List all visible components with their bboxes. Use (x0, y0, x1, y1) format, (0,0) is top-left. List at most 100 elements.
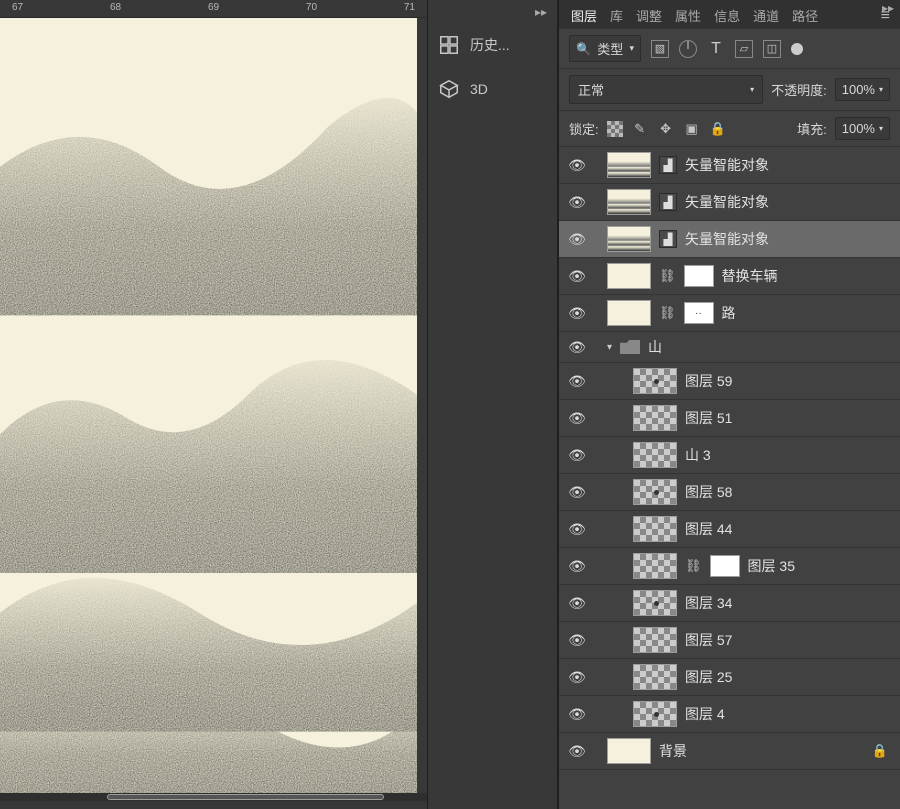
lock-all-icon[interactable]: 🔒 (709, 120, 727, 138)
layer-thumbnail[interactable] (607, 738, 651, 764)
tab-paths[interactable]: 路径 (792, 6, 818, 25)
tab-properties[interactable]: 属性 (675, 6, 701, 25)
mask-thumbnail[interactable] (684, 265, 714, 287)
layer-name[interactable]: 图层 34 (685, 593, 732, 613)
layer-row[interactable]: 👁⛓图层 35 (559, 548, 900, 585)
layer-row[interactable]: 👁 图层 4 (559, 696, 900, 733)
layer-name[interactable]: 图层 57 (685, 630, 732, 650)
layer-row[interactable]: 👁 ⛓ 替换车辆 (559, 258, 900, 295)
layer-thumbnail[interactable] (633, 627, 677, 653)
visibility-toggle-icon[interactable]: 👁 (567, 632, 587, 649)
tab-layers[interactable]: 图层 (571, 6, 597, 25)
visibility-toggle-icon[interactable]: 👁 (567, 194, 587, 211)
layer-thumbnail[interactable] (633, 553, 677, 579)
layer-row[interactable]: 👁背景🔒 (559, 733, 900, 770)
filter-type-select[interactable]: 🔍 类型 ▾ (569, 35, 641, 62)
visibility-toggle-icon[interactable]: 👁 (567, 484, 587, 501)
visibility-toggle-icon[interactable]: 👁 (567, 268, 587, 285)
visibility-toggle-icon[interactable]: 👁 (567, 706, 587, 723)
layer-name[interactable]: 图层 4 (685, 704, 725, 724)
layer-name[interactable]: 替换车辆 (722, 266, 778, 286)
filter-shape-icon[interactable]: ▱ (735, 40, 753, 58)
layer-row[interactable]: 👁 图层 25 (559, 659, 900, 696)
layer-name[interactable]: 背景 (659, 741, 687, 761)
filter-type-icon[interactable]: T (707, 40, 725, 58)
filter-adjust-icon[interactable] (679, 40, 697, 58)
layer-thumbnail[interactable] (607, 263, 651, 289)
folder-caret-icon[interactable]: ▾ (607, 342, 612, 353)
opacity-input[interactable]: 100% ▾ (835, 78, 890, 101)
visibility-toggle-icon[interactable]: 👁 (567, 305, 587, 322)
layer-name[interactable]: 矢量智能对象 (685, 229, 769, 249)
link-mask-icon[interactable]: ⛓ (659, 268, 676, 284)
layer-thumbnail[interactable] (633, 479, 677, 505)
layer-row[interactable]: 👁▟矢量智能对象 (559, 147, 900, 184)
visibility-toggle-icon[interactable]: 👁 (567, 231, 587, 248)
layer-name[interactable]: 路 (722, 303, 736, 323)
filter-toggle-switch[interactable] (791, 43, 803, 55)
layer-name[interactable]: 图层 59 (685, 371, 732, 391)
layer-name[interactable]: 图层 44 (685, 519, 732, 539)
layer-name[interactable]: 山 3 (685, 445, 711, 465)
layer-thumbnail[interactable] (607, 226, 651, 252)
layer-row[interactable]: 👁 图层 44 (559, 511, 900, 548)
tab-channels[interactable]: 通道 (753, 6, 779, 25)
layer-row[interactable]: 👁 图层 58 (559, 474, 900, 511)
visibility-toggle-icon[interactable]: 👁 (567, 447, 587, 464)
layer-row[interactable]: 👁 ▾ 山 (559, 332, 900, 363)
layer-name[interactable]: 山 (648, 337, 662, 357)
layer-thumbnail[interactable] (607, 300, 651, 326)
expand-dock-icon[interactable]: ▸▸ (535, 8, 547, 16)
layer-thumbnail[interactable] (633, 664, 677, 690)
filter-smart-icon[interactable]: ◫ (763, 40, 781, 58)
document-canvas[interactable] (0, 18, 417, 801)
lock-position-icon[interactable]: ✥ (657, 120, 675, 138)
link-mask-icon[interactable]: ⛓ (685, 558, 702, 574)
visibility-toggle-icon[interactable]: 👁 (567, 521, 587, 538)
layer-thumbnail[interactable] (633, 701, 677, 727)
layer-thumbnail[interactable] (633, 405, 677, 431)
layer-row[interactable]: 👁 图层 51 (559, 400, 900, 437)
layer-row[interactable]: 👁 图层 57 (559, 622, 900, 659)
visibility-toggle-icon[interactable]: 👁 (567, 373, 587, 390)
mask-thumbnail[interactable] (710, 555, 740, 577)
layer-thumbnail[interactable] (607, 152, 651, 178)
visibility-toggle-icon[interactable]: 👁 (567, 595, 587, 612)
filter-pixel-icon[interactable]: ▧ (651, 40, 669, 58)
visibility-toggle-icon[interactable]: 👁 (567, 669, 587, 686)
layer-thumbnail[interactable] (633, 516, 677, 542)
visibility-toggle-icon[interactable]: 👁 (567, 743, 587, 760)
visibility-toggle-icon[interactable]: 👁 (567, 157, 587, 174)
layer-row[interactable]: 👁 图层 34 (559, 585, 900, 622)
layer-name[interactable]: 图层 58 (685, 482, 732, 502)
blend-mode-select[interactable]: 正常 ▾ (569, 75, 763, 104)
layer-row[interactable]: 👁▟矢量智能对象 (559, 184, 900, 221)
layer-row[interactable]: 👁 山 3 (559, 437, 900, 474)
lock-artboard-icon[interactable]: ▣ (683, 120, 701, 138)
history-panel-toggle[interactable]: 历史... (432, 26, 553, 64)
lock-transparency-icon[interactable] (607, 121, 623, 137)
layer-thumbnail[interactable] (607, 189, 651, 215)
horizontal-scrollbar[interactable] (0, 793, 427, 801)
layer-thumbnail[interactable] (633, 590, 677, 616)
collapse-panel-icon[interactable]: ▸▸ (882, 4, 894, 12)
tab-info[interactable]: 信息 (714, 6, 740, 25)
lock-brush-icon[interactable]: ✎ (631, 120, 649, 138)
visibility-toggle-icon[interactable]: 👁 (567, 339, 587, 356)
visibility-toggle-icon[interactable]: 👁 (567, 410, 587, 427)
tab-libraries[interactable]: 库 (610, 6, 623, 25)
visibility-toggle-icon[interactable]: 👁 (567, 558, 587, 575)
layer-thumbnail[interactable] (633, 442, 677, 468)
layer-row[interactable]: 👁▟矢量智能对象 (559, 221, 900, 258)
layer-name[interactable]: 图层 51 (685, 408, 732, 428)
layer-name[interactable]: 图层 25 (685, 667, 732, 687)
link-mask-icon[interactable]: ⛓ (659, 305, 676, 321)
tab-adjustments[interactable]: 调整 (636, 6, 662, 25)
3d-panel-toggle[interactable]: 3D (432, 70, 553, 108)
layer-row[interactable]: 👁 图层 59 (559, 363, 900, 400)
layer-thumbnail[interactable] (633, 368, 677, 394)
fill-input[interactable]: 100% ▾ (835, 117, 890, 140)
layer-row[interactable]: 👁 ⛓ ·· 路 (559, 295, 900, 332)
layer-name[interactable]: 矢量智能对象 (685, 192, 769, 212)
mask-thumbnail[interactable]: ·· (684, 302, 714, 324)
